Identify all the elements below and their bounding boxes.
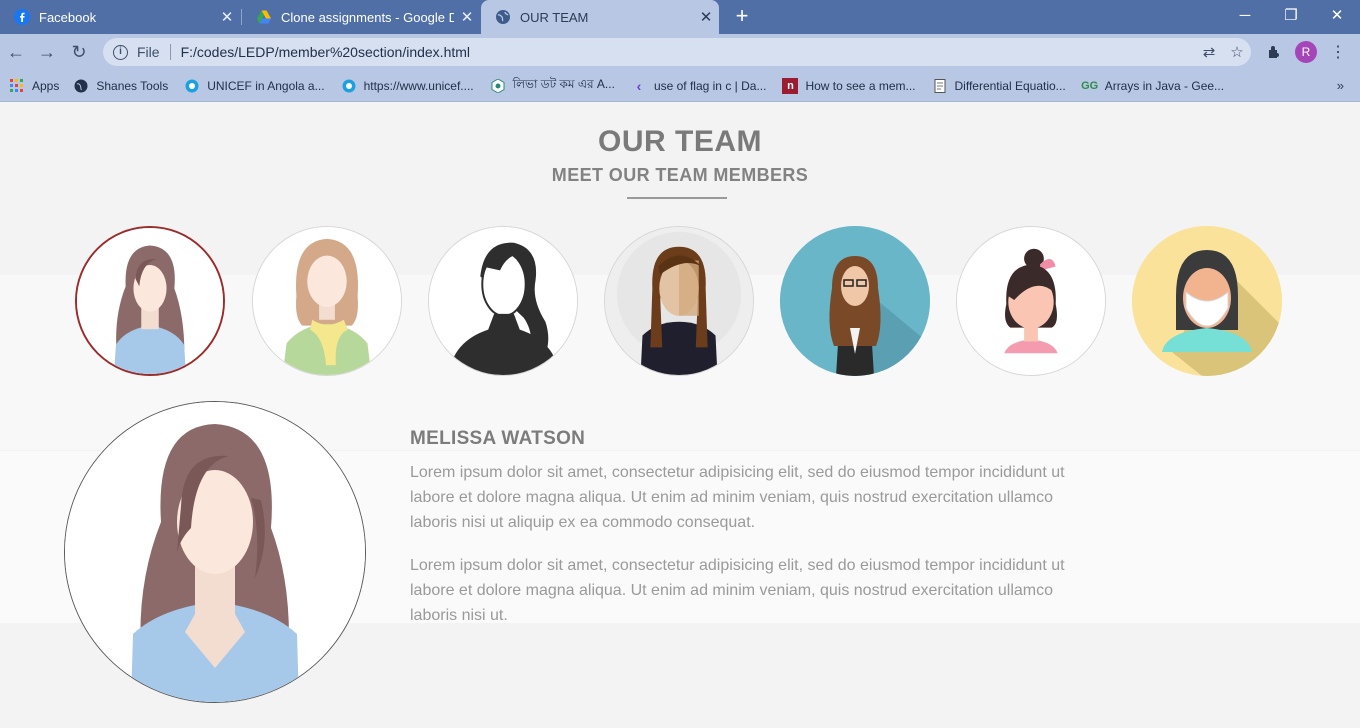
bookmark-unicef-angola[interactable]: UNICEF in Angola a... (184, 78, 325, 94)
team-page: OUR TEAM MEET OUR TEAM MEMBERS MELISSA W… (0, 103, 1360, 728)
member-thumbnail-1[interactable] (75, 226, 225, 376)
reload-button[interactable]: ↻ (67, 40, 91, 64)
bookmark-label: https://www.unicef.... (363, 78, 474, 93)
member-name: MELISSA WATSON (410, 428, 586, 449)
translate-icon[interactable]: ⇄ (1195, 43, 1223, 61)
chevron-left-icon: ‹ (636, 77, 642, 94)
globe-icon (496, 10, 510, 24)
profile-avatar[interactable]: R (1294, 40, 1318, 64)
bookmark-label: How to see a mem... (805, 78, 916, 93)
hex-logo-icon (490, 78, 506, 94)
divider (169, 44, 171, 60)
selected-member-photo (64, 401, 366, 703)
apps-grid-icon (9, 78, 25, 94)
bookmark-label: use of flag in c | Da... (653, 78, 767, 93)
minimize-button[interactable]: ─ (1222, 0, 1268, 30)
bookmark-label: UNICEF in Angola a... (207, 78, 325, 93)
close-icon[interactable]: ✕ (214, 8, 240, 26)
tab-strip: Facebook ✕ Clone assignments - Google Dr… (0, 0, 1360, 34)
address-bar[interactable]: i File F:/codes/LEDP/member%20section/in… (103, 38, 1251, 66)
page-title: OUR TEAM (598, 125, 762, 158)
member-thumbnail-3[interactable] (428, 226, 578, 376)
profile-initial: R (1295, 41, 1317, 63)
silhouette-avatar (429, 227, 577, 375)
page-subtitle: MEET OUR TEAM MEMBERS (551, 165, 809, 185)
member-thumbnail-6[interactable] (956, 226, 1106, 376)
bookmark-label: Arrays in Java - Gee... (1104, 78, 1225, 93)
hair-bun-avatar (957, 227, 1105, 375)
member-thumbnail-4[interactable] (604, 226, 754, 376)
scarf-blonde-avatar (253, 227, 401, 375)
unicef-icon (341, 78, 357, 94)
member-thumbnail-5[interactable] (780, 226, 930, 376)
bookmarks-bar: Apps Shanes Tools UNICEF in Angola a... … (0, 70, 1360, 102)
info-icon[interactable]: i (113, 44, 128, 60)
browser-toolbar: ← → ↻ i File F:/codes/LEDP/member%20sect… (0, 34, 1360, 70)
braids-avatar (605, 227, 753, 375)
close-window-button[interactable]: ✕ (1314, 0, 1360, 30)
bookmark-label: লিভা ডট কম এর A... (512, 76, 615, 91)
bookmark-see-member[interactable]: n How to see a mem... (782, 77, 916, 94)
bookmark-differential[interactable]: Differential Equatio... (932, 78, 1066, 94)
bookmark-label: Apps (32, 78, 60, 93)
globe-icon (73, 78, 89, 94)
member-bio-paragraph: Lorem ipsum dolor sit amet, consectetur … (410, 557, 1065, 624)
member-thumbnail-2[interactable] (252, 226, 402, 376)
bookmark-unicef-url[interactable]: https://www.unicef.... (341, 78, 474, 94)
chevron-right-icon[interactable]: » (1337, 78, 1344, 93)
pdf-page-icon (932, 78, 948, 94)
google-drive-icon (257, 10, 271, 24)
url-text[interactable]: F:/codes/LEDP/member%20section/index.htm… (181, 44, 1195, 60)
tab-google-drive[interactable]: Clone assignments - Google Driv ✕ (242, 0, 480, 34)
n-logo-icon: n (782, 77, 799, 94)
long-brown-hair-avatar (65, 402, 365, 702)
bookmark-arrays-java[interactable]: GG Arrays in Java - Gee... (1081, 78, 1225, 94)
menu-icon[interactable]: ⋮ (1326, 40, 1350, 64)
member-thumbnail-7[interactable] (1132, 226, 1282, 376)
bookmark-shanes-tools[interactable]: Shanes Tools (73, 78, 168, 94)
back-button[interactable]: ← (4, 40, 28, 64)
tab-our-team[interactable]: OUR TEAM ✕ (481, 0, 719, 34)
member-bio-paragraph: Lorem ipsum dolor sit amet, consectetur … (410, 464, 1065, 531)
facebook-icon (14, 9, 30, 25)
gfg-icon: GG (1081, 79, 1099, 92)
scheme-label: File (137, 44, 160, 60)
close-icon[interactable]: ✕ (454, 8, 480, 26)
forward-button[interactable]: → (35, 40, 59, 64)
tab-facebook[interactable]: Facebook ✕ (0, 0, 240, 34)
title-underline (627, 197, 727, 199)
bookmark-label: Differential Equatio... (954, 78, 1066, 93)
bookmark-apps[interactable]: Apps (9, 78, 59, 94)
long-brown-hair-avatar (77, 228, 223, 374)
restore-button[interactable]: ❐ (1268, 0, 1314, 30)
close-icon[interactable]: ✕ (693, 8, 719, 26)
tab-title: OUR TEAM (520, 9, 589, 25)
glasses-business-avatar (780, 226, 930, 376)
unicef-icon (184, 78, 200, 94)
bookmark-label: Shanes Tools (96, 78, 169, 93)
star-icon[interactable]: ☆ (1223, 43, 1251, 61)
extensions-icon[interactable] (1262, 40, 1286, 64)
tab-title: Facebook (39, 9, 97, 25)
bookmark-bangla-site[interactable]: লিভা ডট কম এর A... (490, 76, 615, 96)
new-tab-button[interactable]: + (730, 5, 754, 29)
face-mask-avatar (1132, 226, 1282, 376)
tab-title: Clone assignments - Google Driv (281, 9, 454, 25)
bookmark-flag-in-c[interactable]: ‹ use of flag in c | Da... (631, 78, 767, 94)
